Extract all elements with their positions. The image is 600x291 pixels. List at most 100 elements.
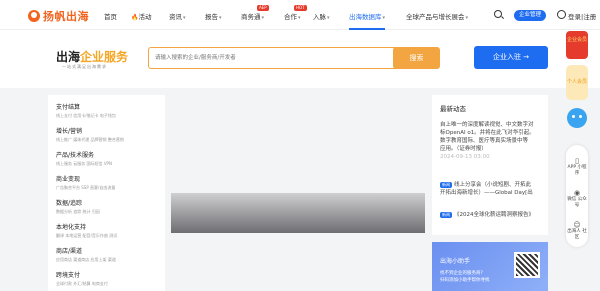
category-subitems[interactable]: 线上服务 云服务 国际短信 VPN <box>56 161 166 167</box>
nav-expo[interactable]: 全球产品与增长展会▾ <box>406 11 468 21</box>
nav-network-label: 入脉 <box>313 13 326 21</box>
news-tag: 新闻 <box>440 212 452 218</box>
banner-carousel[interactable] <box>171 95 425 291</box>
nav-reports-label: 报告 <box>205 13 218 21</box>
phone-icon: ▯ <box>575 157 579 165</box>
enterprise-entry-button[interactable]: 企业入驻 → <box>474 46 548 69</box>
category-panel: 支付结算线上支付 信用卡/借记卡 电子钱包 增长/营销线上推广 媒体代理 品牌营… <box>48 95 165 291</box>
chevron-down-icon: ▾ <box>382 15 386 21</box>
logo-mark-icon <box>28 10 40 22</box>
news-text-line[interactable]: 数字教育国际、医疗等真实场景中等 <box>440 137 544 145</box>
news-text-line[interactable]: 自上唯一的深度解读视觉、中文数字对 <box>440 121 544 129</box>
category-item[interactable]: 数据/追踪数据分析 追踪 统计 归因 <box>56 198 166 215</box>
nav-business-badge: AEP <box>257 5 269 11</box>
title-main: 出海 <box>56 50 81 64</box>
news-item[interactable]: 新闻 线上分享会（小说短剧、开拓此 <box>440 181 544 189</box>
chevron-down-icon: ▾ <box>219 15 222 21</box>
nav-events[interactable]: 🔥活动 <box>131 11 151 21</box>
category-title[interactable]: 增长/营销 <box>56 126 166 135</box>
category-subitems[interactable]: 线上支付 信用卡/借记卡 电子钱包 <box>56 113 166 119</box>
person-icon: ☺ <box>573 221 581 229</box>
helper-title: 出海小助手 <box>440 258 471 265</box>
personal-vip-button[interactable]: 个人会员 <box>566 65 588 100</box>
qr-code <box>514 252 540 278</box>
nav-cooperation-label: 合作 <box>284 13 297 21</box>
enterprise-manage-button[interactable]: 企业管理 <box>514 10 546 21</box>
nav-expo-label: 全球产品与增长展会 <box>406 13 465 21</box>
news-text-line[interactable]: 标OpenAI o1。并将在此飞对华引起。 <box>440 129 544 137</box>
page-title: 出海企业服务 <box>56 48 128 65</box>
news-item-text[interactable]: 《2024全球化薪运聘洞察报告》 <box>454 212 534 218</box>
category-subitems[interactable]: 广告聚合平台 SSP 直客/自由流量 <box>56 185 166 191</box>
news-date: 2024-09-13 03:00 <box>440 154 490 160</box>
helper-card: 出海小助手 找不到企业的服务商? 扫码添加小助手帮你寻找 <box>432 242 548 291</box>
enterprise-vip-button[interactable]: 企业会员 <box>566 31 588 59</box>
user-icon[interactable] <box>557 10 566 19</box>
category-item[interactable]: 增长/营销线上推广 媒体代理 品牌营销 整合营销 <box>56 126 166 143</box>
nav-cooperation-badge: HOT <box>294 5 307 11</box>
nav-network[interactable]: 入脉▾ <box>313 11 330 21</box>
category-title[interactable]: 商业变现 <box>56 174 166 183</box>
chevron-down-icon: ▾ <box>298 15 301 21</box>
category-title[interactable]: 产品/技术服务 <box>56 150 166 159</box>
category-subitems[interactable]: 线上推广 媒体代理 品牌营销 整合营销 <box>56 137 166 143</box>
nav-reports[interactable]: 报告▾ <box>205 11 222 21</box>
assistant-bot-icon[interactable] <box>567 108 587 128</box>
login-register-link[interactable]: 登录|注册 <box>568 11 596 21</box>
helper-line-1: 找不到企业的服务商? <box>440 271 483 276</box>
banner-image[interactable] <box>171 193 425 233</box>
news-panel: 最新动态 自上唯一的深度解读视觉、中文数字对 标OpenAI o1。并将在此飞对… <box>432 95 548 235</box>
category-subitems[interactable]: 翻译 本地运营 配音/音乐作曲 测试 <box>56 233 166 239</box>
news-item[interactable]: 新闻 《2024全球化薪运聘洞察报告》 <box>440 211 544 219</box>
nav-news-label: 资讯 <box>169 13 182 21</box>
nav-home[interactable]: 首页 <box>104 11 117 21</box>
category-subitems[interactable]: 数据分析 追踪 统计 归因 <box>56 209 166 215</box>
side-item-app[interactable]: ▯ APP 小程序 <box>566 157 588 177</box>
news-text-line[interactable]: 应用。（证券时报） <box>440 145 544 153</box>
nav-business-label: 商务通 <box>241 13 261 21</box>
nav-cooperation[interactable]: HOT 合作▾ <box>284 5 307 21</box>
category-subitems[interactable]: 应用商店 渠道商店 应用上架 渠道 <box>56 257 166 263</box>
side-item-label: APP 小程序 <box>567 165 587 176</box>
category-title[interactable]: 数据/追踪 <box>56 198 166 207</box>
search-box <box>148 47 411 69</box>
side-toolbar: ▯ APP 小程序 ◉ 微信 公众号 ☺ 出海人 社区 <box>566 145 588 247</box>
category-item[interactable]: 跨境支付全球付款 外汇/结算 电商支付 <box>56 270 166 287</box>
news-tag: 新闻 <box>440 182 452 188</box>
wechat-icon: ◉ <box>573 189 581 197</box>
nav-database-label: 出海数据库 <box>349 13 382 21</box>
news-heading: 最新动态 <box>440 105 466 113</box>
chevron-down-icon: ▾ <box>261 15 265 21</box>
category-subitems[interactable]: 全球付款 外汇/结算 电商支付 <box>56 281 166 287</box>
nav-news[interactable]: 资讯▾ <box>169 11 186 21</box>
chevron-down-icon: ▾ <box>327 15 330 21</box>
category-item[interactable]: 商店/渠道应用商店 渠道商店 应用上架 渠道 <box>56 246 166 263</box>
news-text-line[interactable]: 开拓出海新增长）——Global Day[出 <box>440 189 544 197</box>
category-title[interactable]: 本地化支持 <box>56 222 166 231</box>
category-item[interactable]: 商业变现广告聚合平台 SSP 直客/自由流量 <box>56 174 166 191</box>
chevron-down-icon: ▾ <box>183 15 186 21</box>
category-title[interactable]: 支付结算 <box>56 102 166 111</box>
search-icon[interactable] <box>494 10 502 18</box>
side-item-label: 出海人 社区 <box>567 229 587 240</box>
helper-line-2: 扫码添加小助手帮你寻找 <box>440 278 490 283</box>
category-item[interactable]: 产品/技术服务 线上服务 云服务 国际短信 VPN <box>56 150 166 167</box>
side-item-label: 微信 公众号 <box>567 197 587 208</box>
search-input[interactable] <box>155 48 393 68</box>
logo-text: 扬帆出海 <box>43 10 89 23</box>
category-item[interactable]: 支付结算线上支付 信用卡/借记卡 电子钱包 <box>56 102 166 119</box>
nav-database[interactable]: 出海数据库▾ <box>349 11 386 30</box>
title-accent: 企业服务 <box>80 50 129 64</box>
side-item-wechat[interactable]: ◉ 微信 公众号 <box>566 189 588 209</box>
category-title[interactable]: 商店/渠道 <box>56 246 166 255</box>
search-button[interactable]: 搜索 <box>393 47 440 69</box>
logo[interactable]: 扬帆出海 <box>28 8 89 24</box>
category-item[interactable]: 本地化支持翻译 本地运营 配音/音乐作曲 测试 <box>56 222 166 239</box>
news-item-text[interactable]: 线上分享会（小说短剧、开拓此 <box>454 182 531 188</box>
nav-business[interactable]: AEP 商务通▾ <box>241 5 269 21</box>
category-title[interactable]: 跨境支付 <box>56 270 166 279</box>
side-item-community[interactable]: ☺ 出海人 社区 <box>566 221 588 241</box>
page-subtitle: 一站式满足出海需求 <box>62 64 107 69</box>
top-navbar: 扬帆出海 首页 🔥活动 资讯▾ 报告▾ AEP 商务通▾ HOT 合作▾ 入脉▾ 出… <box>0 0 600 30</box>
chevron-down-icon: ▾ <box>465 15 469 21</box>
